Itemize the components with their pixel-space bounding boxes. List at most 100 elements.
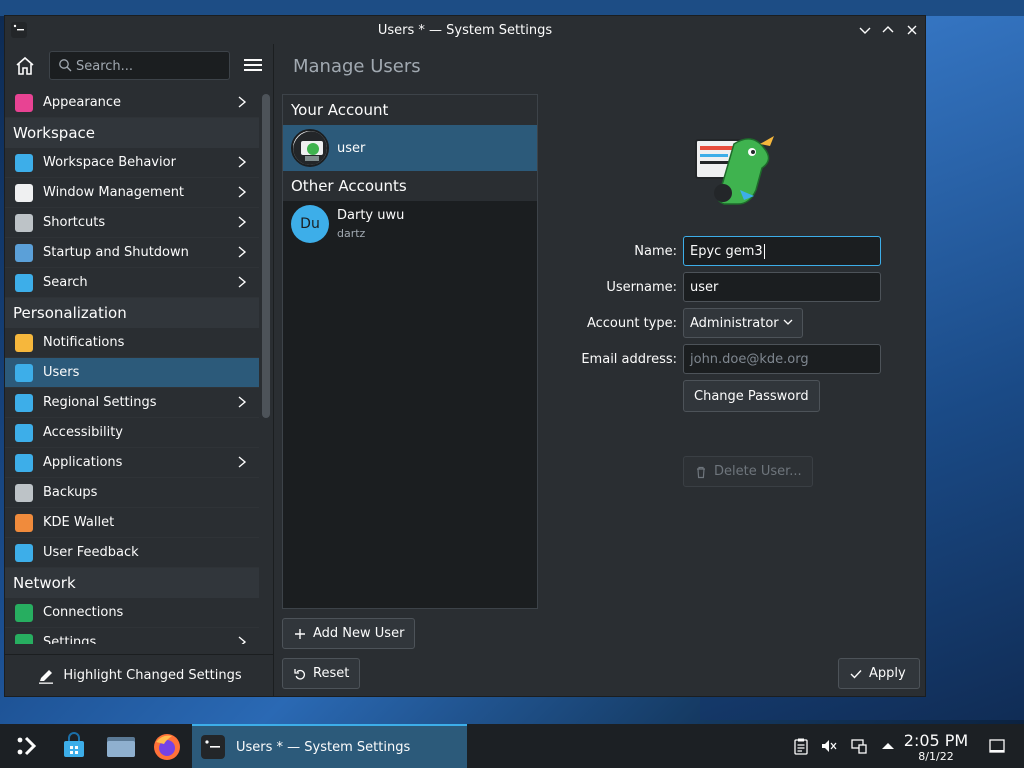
sidebar-item-notifications[interactable]: Notifications: [5, 328, 259, 358]
account-name: Darty uwu: [337, 208, 405, 223]
change-password-button[interactable]: Change Password: [683, 380, 820, 412]
highlight-changed-settings-button[interactable]: Highlight Changed Settings: [37, 667, 242, 685]
clipboard-icon: [794, 738, 808, 755]
avatar: [291, 129, 329, 167]
sidebar-item-backups[interactable]: Backups: [5, 478, 259, 508]
network-wired-icon: [851, 739, 867, 754]
chevron-down-icon: [859, 27, 871, 34]
system-settings-app-icon[interactable]: [11, 22, 27, 38]
wallpaper-top: [0, 0, 1024, 16]
trash-icon: [697, 466, 705, 478]
volume-tray-button[interactable]: [820, 737, 838, 755]
sidebar-item-window-management[interactable]: Window Management: [5, 178, 259, 208]
account-username: dartz: [337, 227, 366, 240]
network-tray-button[interactable]: [850, 737, 868, 755]
username-field[interactable]: user: [683, 272, 881, 302]
arrow-up-icon: [882, 743, 894, 749]
sidebar-scrollbar[interactable]: [261, 94, 270, 646]
sidebar-item-user-feedback[interactable]: User Feedback: [5, 538, 259, 568]
chevron-right-icon: [238, 636, 247, 644]
sidebar-item-workspace-behavior[interactable]: Workspace Behavior: [5, 148, 259, 178]
account-item-darty[interactable]: Du Darty uwu dartz: [283, 201, 537, 247]
sidebar-section-header: Network: [5, 568, 259, 598]
home-icon: [16, 56, 34, 75]
steam-deck-launcher-icon: [17, 736, 37, 756]
users-icon: [15, 363, 33, 382]
firefox-icon: [154, 734, 180, 760]
checkmark-icon: [850, 669, 862, 679]
reset-button[interactable]: Reset: [282, 658, 361, 689]
search-icon: [15, 273, 33, 292]
chevron-right-icon: [238, 96, 247, 108]
email-field[interactable]: john.doe@kde.org: [683, 344, 881, 374]
window-management-icon: [15, 183, 33, 202]
sidebar-item-accessibility[interactable]: Accessibility: [5, 418, 259, 448]
search-field[interactable]: [49, 51, 230, 80]
name-field[interactable]: Epyc gem3: [683, 236, 881, 266]
file-manager-button[interactable]: [106, 732, 135, 760]
scrollbar-thumb[interactable]: [262, 94, 270, 418]
user-avatar-large[interactable]: [694, 134, 778, 210]
name-label: Name:: [634, 244, 677, 259]
home-button[interactable]: [13, 54, 37, 78]
close-button[interactable]: [903, 21, 921, 39]
account-type-select[interactable]: Administrator: [683, 308, 803, 338]
workspace-behavior-icon: [15, 153, 33, 172]
system-settings-icon: [201, 735, 225, 759]
account-name: user: [337, 140, 366, 156]
name-value: Epyc gem3: [690, 243, 763, 259]
chevron-right-icon: [238, 186, 247, 198]
sidebar-item-startup-and-shutdown[interactable]: Startup and Shutdown: [5, 238, 259, 268]
digital-clock[interactable]: 2:05 PM 8/1/22: [900, 731, 972, 763]
clipboard-tray-button[interactable]: [792, 737, 810, 755]
sidebar-item-label: Notifications: [43, 335, 125, 350]
search-input[interactable]: [76, 56, 226, 76]
sidebar-item-connections[interactable]: Connections: [5, 598, 259, 628]
chevron-right-icon: [238, 156, 247, 168]
sidebar-item-shortcuts[interactable]: Shortcuts: [5, 208, 259, 238]
window-title: Users * — System Settings: [377, 22, 553, 38]
konqi-avatar-icon: [695, 136, 774, 205]
sidebar-item-kde-wallet[interactable]: KDE Wallet: [5, 508, 259, 538]
sidebar-item-label: User Feedback: [43, 545, 139, 560]
text-cursor: [763, 243, 765, 259]
avatar-initials: Du: [291, 205, 329, 243]
email-label: Email address:: [581, 352, 677, 367]
sidebar-item-label: Shortcuts: [43, 215, 106, 230]
delete-user-label: Delete User...: [714, 464, 802, 479]
show-hidden-icons-button[interactable]: [879, 737, 897, 755]
hamburger-menu-button[interactable]: [242, 56, 264, 76]
sidebar-item-label: Startup and Shutdown: [43, 245, 189, 260]
apply-button[interactable]: Apply: [838, 658, 920, 689]
sidebar-item-appearance[interactable]: Appearance: [5, 88, 259, 118]
add-new-user-button[interactable]: Add New User: [282, 618, 416, 649]
maximize-button[interactable]: [879, 21, 897, 39]
minimize-button[interactable]: [856, 21, 874, 39]
discover-store-button[interactable]: [60, 732, 88, 760]
username-label: Username:: [606, 280, 677, 295]
chevron-right-icon: [238, 276, 247, 288]
application-launcher-button[interactable]: [12, 732, 40, 760]
sidebar-item-regional-settings[interactable]: Regional Settings: [5, 388, 259, 418]
sidebar-footer: Highlight Changed Settings: [5, 654, 274, 696]
notifications-icon: [15, 333, 33, 352]
sidebar-item-label: Accessibility: [43, 425, 123, 440]
chevron-down-icon: [783, 319, 793, 325]
show-desktop-button[interactable]: [988, 737, 1006, 755]
sidebar-item-label: Backups: [43, 485, 98, 500]
firefox-button[interactable]: [152, 732, 180, 760]
sidebar-section-header: Personalization: [5, 298, 259, 328]
sidebar-item-applications[interactable]: Applications: [5, 448, 259, 478]
sidebar-item-settings[interactable]: Settings: [5, 628, 259, 644]
taskbar-task-system-settings[interactable]: Users * — System Settings: [192, 724, 467, 768]
delete-user-button[interactable]: Delete User...: [683, 456, 813, 487]
account-item-current-user[interactable]: user: [283, 125, 537, 171]
system-settings-window: Users * — System Settings Appearance Work…: [4, 15, 926, 697]
sidebar-item-users[interactable]: Users: [5, 358, 259, 388]
chevron-right-icon: [238, 246, 247, 258]
titlebar[interactable]: Users * — System Settings: [5, 16, 925, 44]
add-new-user-label: Add New User: [313, 626, 405, 641]
sidebar-item-search[interactable]: Search: [5, 268, 259, 298]
backups-icon: [15, 483, 33, 502]
sidebar-item-label: Workspace Behavior: [43, 155, 176, 170]
